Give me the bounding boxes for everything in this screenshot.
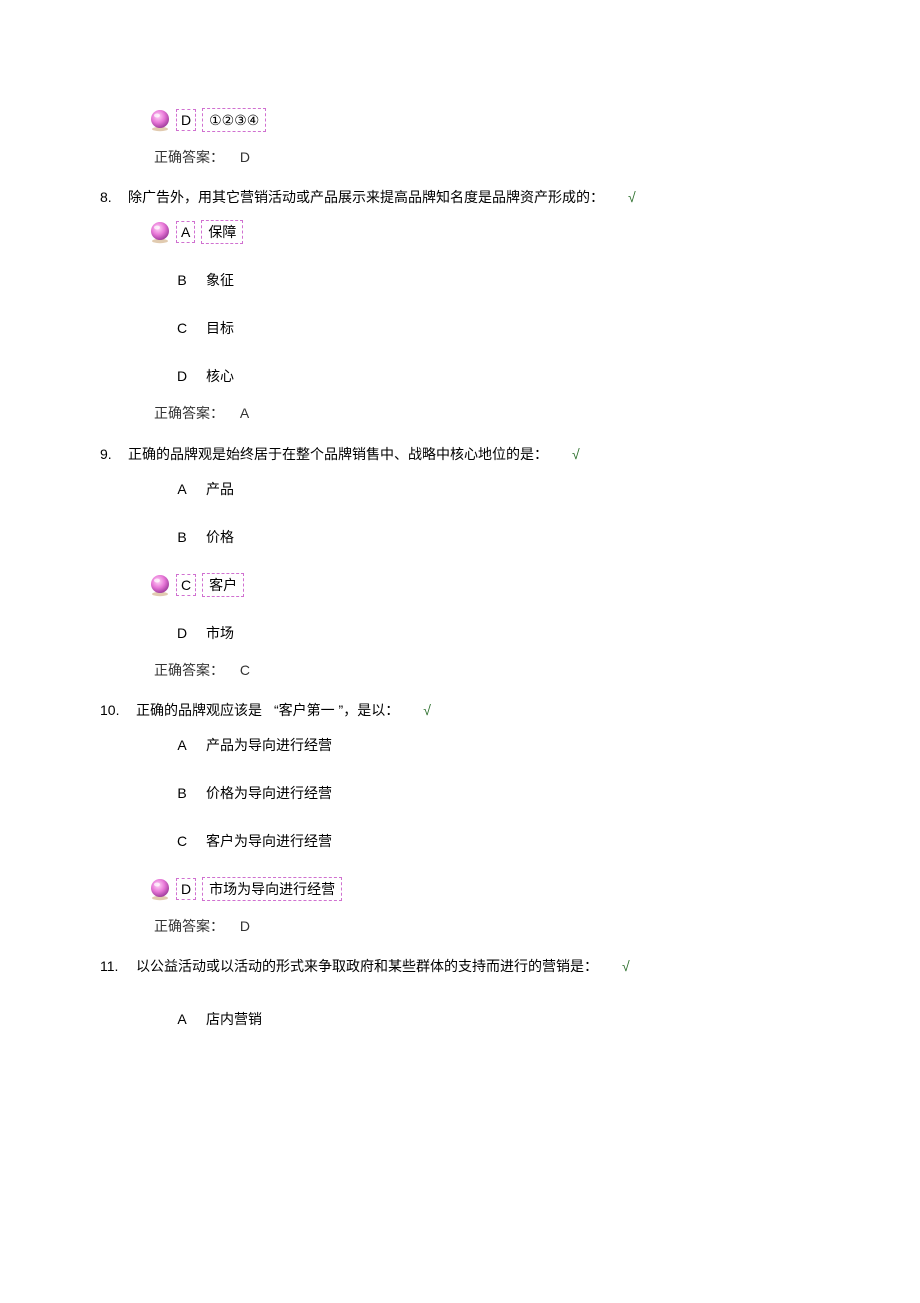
q9-question: 9. 正确的品牌观是始终居于在整个品牌销售中、战略中核心地位的是： √ bbox=[100, 445, 815, 463]
option-text: 目标 bbox=[202, 317, 238, 339]
check-icon: √ bbox=[622, 957, 630, 975]
q10-number: 10. bbox=[100, 701, 136, 719]
q8-number: 8. bbox=[100, 188, 128, 206]
option-letter: D bbox=[172, 367, 192, 385]
q10-option-c[interactable]: C 客户为导向进行经营 bbox=[148, 827, 815, 855]
q9-text: 正确的品牌观是始终居于在整个品牌销售中、战略中核心地位的是： bbox=[128, 445, 548, 463]
q7-option-d[interactable]: D ①②③④ bbox=[148, 106, 815, 134]
check-icon: √ bbox=[423, 701, 431, 719]
selected-bullet-icon bbox=[148, 108, 172, 132]
q9-option-a[interactable]: A 产品 bbox=[148, 475, 815, 503]
option-text: 客户 bbox=[202, 573, 244, 597]
q8-text: 除广告外，用其它营销活动或产品展示来提高品牌知名度是品牌资产形成的： bbox=[128, 188, 604, 206]
q10-correct-answer: 正确答案： D bbox=[148, 913, 815, 939]
selected-bullet-icon bbox=[148, 877, 172, 901]
q9-option-b[interactable]: B 价格 bbox=[148, 523, 815, 551]
option-text: 市场 bbox=[202, 622, 238, 644]
q8-option-d[interactable]: D 核心 bbox=[148, 362, 815, 390]
option-text: 保障 bbox=[201, 220, 243, 244]
option-letter: A bbox=[172, 736, 192, 754]
q11-option-a[interactable]: A 店内营销 bbox=[148, 1006, 815, 1034]
selected-bullet-icon bbox=[148, 573, 172, 597]
q10-option-b[interactable]: B 价格为导向进行经营 bbox=[148, 779, 815, 807]
option-letter: D bbox=[176, 878, 196, 900]
option-text: 价格 bbox=[202, 526, 238, 548]
q10-option-a[interactable]: A 产品为导向进行经营 bbox=[148, 731, 815, 759]
q9-correct-answer: 正确答案： C bbox=[148, 657, 815, 683]
option-letter: D bbox=[172, 624, 192, 642]
option-letter: C bbox=[172, 832, 192, 850]
q7-correct-answer: 正确答案： D bbox=[148, 144, 815, 170]
q10-text: 正确的品牌观应该是“客户第一 ”，是以： bbox=[136, 701, 399, 719]
q11-number: 11. bbox=[100, 957, 136, 975]
q8-correct-answer: 正确答案： A bbox=[148, 400, 815, 426]
option-text: 核心 bbox=[202, 365, 238, 387]
option-letter: C bbox=[176, 574, 196, 596]
option-letter: C bbox=[172, 319, 192, 337]
q11-text: 以公益活动或以活动的形式来争取政府和某些群体的支持而进行的营销是： bbox=[136, 957, 598, 975]
option-letter: B bbox=[172, 784, 192, 802]
option-letter: A bbox=[176, 221, 195, 243]
q9-option-d[interactable]: D 市场 bbox=[148, 619, 815, 647]
q9-option-c[interactable]: C 客户 bbox=[148, 571, 815, 599]
q10-option-d[interactable]: D 市场为导向进行经营 bbox=[148, 875, 815, 903]
option-text: 产品 bbox=[202, 478, 238, 500]
option-text: 象征 bbox=[202, 269, 238, 291]
q8-option-c[interactable]: C 目标 bbox=[148, 314, 815, 342]
q8-question: 8. 除广告外，用其它营销活动或产品展示来提高品牌知名度是品牌资产形成的： √ bbox=[100, 188, 815, 206]
option-letter: A bbox=[172, 480, 192, 498]
check-icon: √ bbox=[628, 188, 636, 206]
option-letter: A bbox=[172, 1010, 192, 1028]
q8-option-a[interactable]: A 保障 bbox=[148, 218, 815, 246]
option-letter: B bbox=[172, 271, 192, 289]
option-text: 价格为导向进行经营 bbox=[202, 782, 336, 804]
option-letter: D bbox=[176, 109, 196, 131]
q10-question: 10. 正确的品牌观应该是“客户第一 ”，是以： √ bbox=[100, 701, 815, 719]
check-icon: √ bbox=[572, 445, 580, 463]
selected-bullet-icon bbox=[148, 220, 172, 244]
option-text: 客户为导向进行经营 bbox=[202, 830, 336, 852]
q11-question: 11. 以公益活动或以活动的形式来争取政府和某些群体的支持而进行的营销是： √ bbox=[100, 957, 815, 975]
option-text: 产品为导向进行经营 bbox=[202, 734, 336, 756]
option-letter: B bbox=[172, 528, 192, 546]
option-text: 店内营销 bbox=[202, 1008, 266, 1030]
q8-option-b[interactable]: B 象征 bbox=[148, 266, 815, 294]
q9-number: 9. bbox=[100, 445, 128, 463]
option-text: ①②③④ bbox=[202, 108, 266, 132]
option-text: 市场为导向进行经营 bbox=[202, 877, 342, 901]
